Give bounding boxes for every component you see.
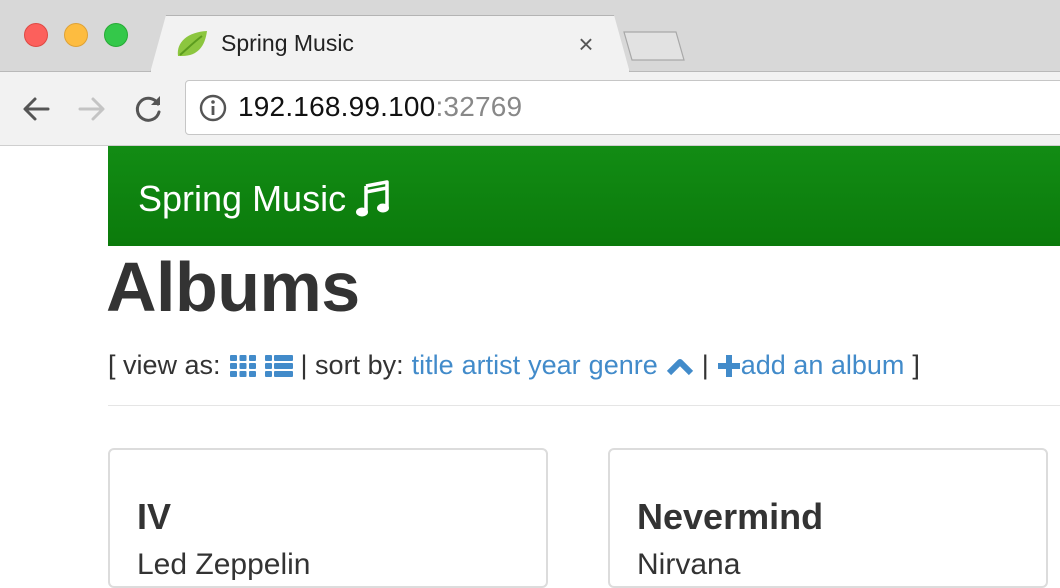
- app-brand[interactable]: Spring Music: [138, 178, 390, 220]
- album-artist[interactable]: Nirvana: [637, 548, 740, 582]
- sort-by-label: | sort by:: [300, 350, 404, 380]
- tab-close-icon[interactable]: ×: [574, 28, 598, 60]
- sort-year-link[interactable]: year: [528, 350, 581, 381]
- url-text[interactable]: 192.168.99.100:32769: [238, 91, 522, 123]
- album-artist[interactable]: Led Zeppelin: [137, 548, 310, 582]
- site-info-icon[interactable]: [199, 94, 227, 122]
- plus-icon[interactable]: [717, 354, 741, 378]
- close-bracket: ]: [912, 350, 920, 380]
- spring-leaf-icon: [177, 31, 207, 56]
- page-title: Albums: [106, 248, 360, 326]
- album-controls: [ view as: | sort by: title artist year …: [108, 350, 920, 381]
- add-album-link[interactable]: add an album: [741, 350, 905, 381]
- divider: [108, 405, 1060, 406]
- zoom-window-button[interactable]: [104, 23, 128, 47]
- tab-title: Spring Music: [221, 30, 354, 56]
- minimize-window-button[interactable]: [64, 23, 88, 47]
- back-arrow-icon[interactable]: [19, 92, 53, 126]
- controls-separator: |: [701, 350, 709, 380]
- close-window-button[interactable]: [24, 23, 48, 47]
- album-title[interactable]: Nevermind: [637, 496, 823, 538]
- sort-artist-link[interactable]: artist: [462, 350, 521, 381]
- album-card[interactable]: IV Led Zeppelin: [108, 448, 548, 588]
- grid-view-icon[interactable]: [229, 354, 257, 378]
- url-port: :32769: [435, 91, 523, 122]
- album-card[interactable]: Nevermind Nirvana: [608, 448, 1048, 588]
- sort-title-link[interactable]: title: [412, 350, 454, 381]
- new-tab-button[interactable]: [622, 31, 686, 61]
- reload-icon[interactable]: [131, 92, 165, 126]
- brand-label: Spring Music: [138, 178, 347, 219]
- music-note-icon: [356, 180, 390, 217]
- forward-arrow-icon[interactable]: [75, 92, 109, 126]
- view-as-label: [ view as:: [108, 350, 221, 380]
- url-host: 192.168.99.100: [238, 91, 436, 122]
- list-view-icon[interactable]: [264, 354, 293, 378]
- sort-ascending-icon[interactable]: [666, 354, 694, 378]
- sort-genre-link[interactable]: genre: [589, 350, 658, 381]
- album-title[interactable]: IV: [137, 496, 171, 538]
